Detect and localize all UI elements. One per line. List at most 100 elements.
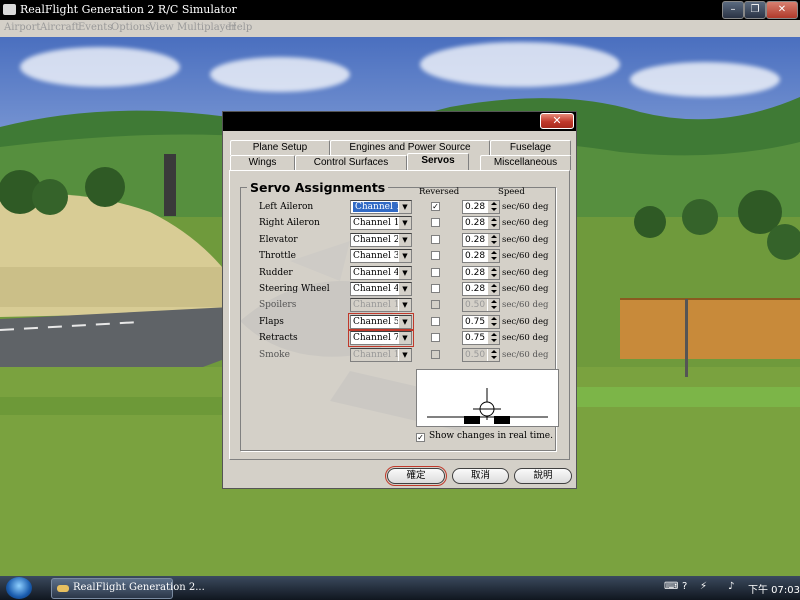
plane-icon — [57, 585, 69, 592]
reversed-checkbox[interactable] — [431, 218, 440, 228]
reversed-checkbox — [431, 300, 440, 310]
channel-value: Channel 1 — [353, 218, 400, 229]
channel-select[interactable]: Channel 1 ▼ — [350, 216, 412, 231]
servo-row: Right Aileron Channel 1 ▼ 0.28 sec/60 deg — [223, 215, 576, 231]
speed-value: 0.75 — [465, 316, 486, 327]
speed-unit: sec/60 deg — [502, 316, 549, 327]
channel-value: Channel 1 — [353, 349, 400, 360]
menu-help[interactable]: Help — [228, 22, 252, 33]
speed-spinner[interactable]: 0.75 — [462, 331, 500, 346]
servo-row: Steering Wheel Channel 4 ▼ 0.28 sec/60 deg — [223, 281, 576, 297]
tab-fuselage[interactable]: Fuselage — [490, 140, 571, 155]
servo-label: Flaps — [259, 316, 284, 327]
reversed-checkbox[interactable] — [431, 333, 440, 343]
speed-spinner[interactable]: 0.28 — [462, 216, 500, 231]
speed-spinner: 0.50 — [462, 298, 500, 313]
channel-value: Channel 2 — [353, 234, 400, 245]
chevron-down-icon: ▼ — [398, 299, 411, 312]
channel-select[interactable]: Channel 3 ▼ — [350, 249, 412, 264]
help-tray-icon[interactable]: ? — [682, 581, 687, 592]
dialog-title-bar — [223, 112, 576, 131]
speed-unit: sec/60 deg — [502, 218, 549, 229]
menu-view[interactable]: View — [149, 22, 174, 33]
ok-button[interactable]: 確定 — [385, 466, 447, 486]
speed-spinner[interactable]: 0.28 — [462, 200, 500, 214]
chevron-down-icon: ▼ — [398, 250, 411, 263]
reversed-checkbox[interactable] — [431, 267, 440, 277]
spinner-arrows-icon — [487, 283, 499, 295]
servo-setup-dialog: ✕ Plane Setup Engines and Power Source F… — [222, 111, 577, 489]
speed-value: 0.50 — [465, 300, 486, 311]
help-button[interactable]: 說明 — [514, 468, 572, 484]
reversed-checkbox[interactable] — [431, 251, 440, 261]
channel-value: Channel 4 — [353, 267, 400, 278]
speed-spinner[interactable]: 0.28 — [462, 282, 500, 296]
speed-value: 0.28 — [465, 267, 486, 278]
channel-select: Channel 1 ▼ — [350, 298, 412, 313]
servo-label: Smoke — [259, 349, 290, 360]
speed-unit: sec/60 deg — [502, 349, 549, 360]
channel-select[interactable]: Channel 4 ▼ — [350, 282, 412, 296]
start-button[interactable] — [6, 577, 32, 599]
close-window-button[interactable]: ✕ — [766, 1, 798, 19]
chevron-down-icon: ▼ — [398, 315, 411, 328]
taskbar: RealFlight Generation 2... ⌨ ? ⚡ ♪ 下午 07… — [0, 576, 800, 600]
network-icon[interactable]: ⚡ — [700, 581, 707, 592]
channel-select[interactable]: Channel 5 ▼ — [348, 312, 414, 331]
cancel-button[interactable]: 取消 — [452, 468, 509, 484]
reversed-checkbox[interactable] — [431, 234, 440, 244]
reversed-checkbox[interactable] — [431, 316, 440, 326]
tab-plane-setup[interactable]: Plane Setup — [230, 140, 330, 155]
servo-label: Steering Wheel — [259, 284, 330, 294]
servo-row: Smoke Channel 1 ▼ 0.50 sec/60 deg — [223, 347, 576, 363]
app-icon — [3, 4, 16, 15]
tab-control-surfaces[interactable]: Control Surfaces — [295, 155, 407, 170]
servo-label: Rudder — [259, 267, 293, 278]
chevron-down-icon: ▼ — [398, 217, 411, 230]
speed-spinner[interactable]: 0.28 — [462, 265, 500, 280]
speed-spinner[interactable]: 0.75 — [462, 314, 500, 329]
menu-events[interactable]: Events — [78, 22, 112, 33]
servo-label: Spoilers — [259, 300, 297, 311]
servo-row: Throttle Channel 3 ▼ 0.28 sec/60 deg — [223, 248, 576, 264]
speed-unit: sec/60 deg — [502, 267, 549, 278]
chevron-down-icon: ▼ — [398, 266, 411, 279]
channel-select: Channel 1 ▼ — [350, 347, 412, 362]
menu-aircraft[interactable]: Aircraft — [40, 22, 79, 33]
channel-value: Channel 3 — [353, 251, 400, 262]
restore-button[interactable]: ❐ — [744, 1, 766, 19]
spinner-arrows-icon — [487, 217, 499, 230]
spinner-arrows-icon — [487, 299, 499, 312]
reversed-checkbox[interactable] — [431, 284, 440, 293]
speed-unit: sec/60 deg — [502, 300, 549, 311]
channel-value: Channel 1 — [353, 202, 404, 212]
menu-airport[interactable]: Airport — [4, 22, 40, 33]
channel-select[interactable]: Channel 2 ▼ — [350, 232, 412, 247]
speed-spinner: 0.50 — [462, 347, 500, 362]
servo-label: Left Aileron — [259, 202, 314, 212]
speed-spinner[interactable]: 0.28 — [462, 249, 500, 264]
channel-select[interactable]: Channel 7 ▼ — [348, 329, 414, 348]
taskbar-item-realflight[interactable]: RealFlight Generation 2... — [51, 578, 205, 599]
realtime-checkbox[interactable]: ✓ — [416, 433, 425, 442]
servo-preview-box — [416, 369, 559, 427]
dialog-close-button[interactable]: ✕ — [540, 113, 574, 129]
channel-select[interactable]: Channel 4 ▼ — [350, 265, 412, 280]
volume-icon[interactable]: ♪ — [728, 581, 734, 592]
channel-select[interactable]: Channel 1 ▼ — [350, 200, 412, 214]
menu-options[interactable]: Options — [111, 22, 150, 33]
reversed-checkbox[interactable]: ✓ — [431, 202, 440, 211]
speed-spinner[interactable]: 0.28 — [462, 232, 500, 247]
minimize-button[interactable]: – — [722, 1, 744, 19]
tab-servos[interactable]: Servos — [407, 153, 469, 170]
menu-bar: Airport Aircraft Events Options View Mul… — [0, 20, 800, 37]
tab-wings[interactable]: Wings — [230, 155, 295, 170]
servo-row: Flaps Channel 5 ▼ 0.75 sec/60 deg — [223, 312, 576, 331]
servo-label: Retracts — [259, 333, 298, 344]
speed-value: 0.28 — [465, 202, 486, 212]
keyboard-icon[interactable]: ⌨ — [664, 581, 678, 592]
channel-value: Channel 7 — [353, 333, 400, 344]
speed-unit: sec/60 deg — [502, 333, 549, 344]
tab-miscellaneous[interactable]: Miscellaneous — [480, 155, 571, 170]
servo-row: Spoilers Channel 1 ▼ 0.50 sec/60 deg — [223, 297, 576, 313]
